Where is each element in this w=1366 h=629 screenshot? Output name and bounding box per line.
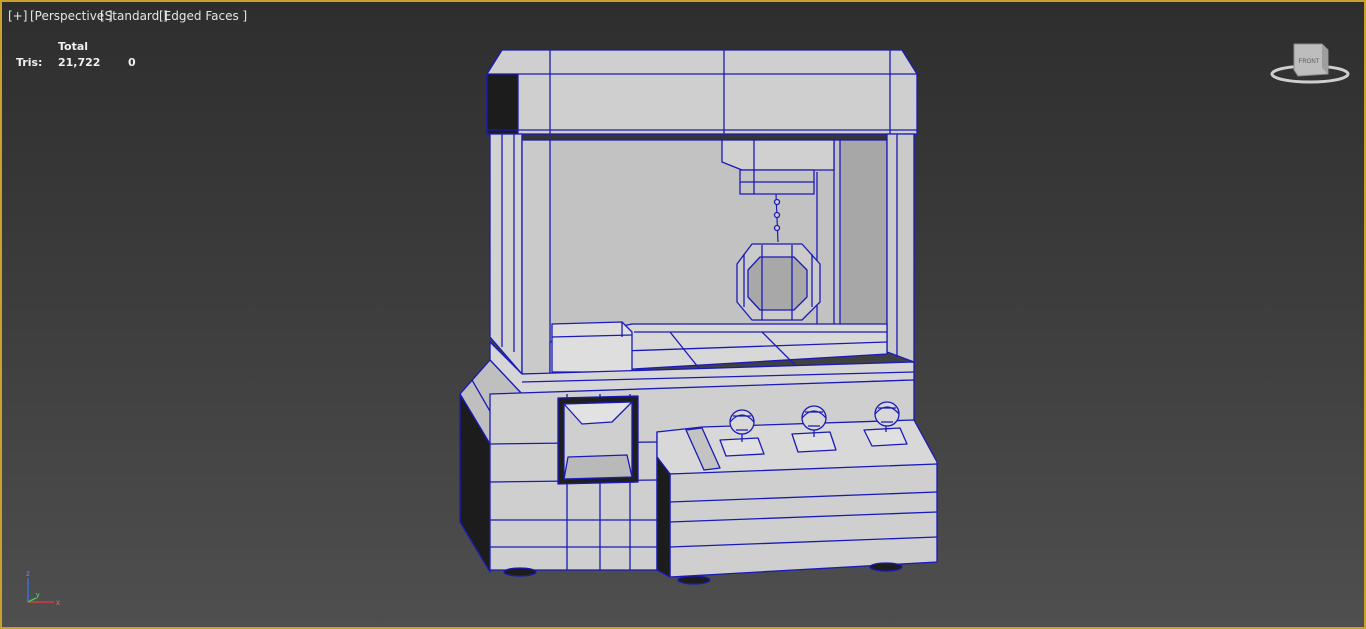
prize-chute: [551, 321, 633, 373]
claw-machine-model[interactable]: [2, 2, 1364, 627]
glass-chamber: [546, 139, 888, 345]
top-cabinet: [486, 49, 918, 135]
viewcube[interactable]: FRONT: [1268, 40, 1354, 90]
axis-tripod-icon: z x y: [26, 569, 60, 607]
viewport-perspective[interactable]: [+] [Perspective ] [Standard ] [Edged Fa…: [0, 0, 1366, 629]
axis-z-label: z: [26, 569, 30, 578]
claw-gantry: [721, 139, 835, 171]
top-cabinet-side: [486, 73, 519, 135]
axis-x-label: x: [56, 598, 60, 607]
foot-1: [503, 567, 537, 577]
axis-y-label: y: [36, 592, 40, 599]
viewcube-front-label: FRONT: [1299, 59, 1320, 65]
right-pillar: [886, 133, 915, 363]
foot-3: [869, 562, 903, 572]
left-pillar: [489, 133, 523, 375]
foot-2: [677, 575, 711, 585]
